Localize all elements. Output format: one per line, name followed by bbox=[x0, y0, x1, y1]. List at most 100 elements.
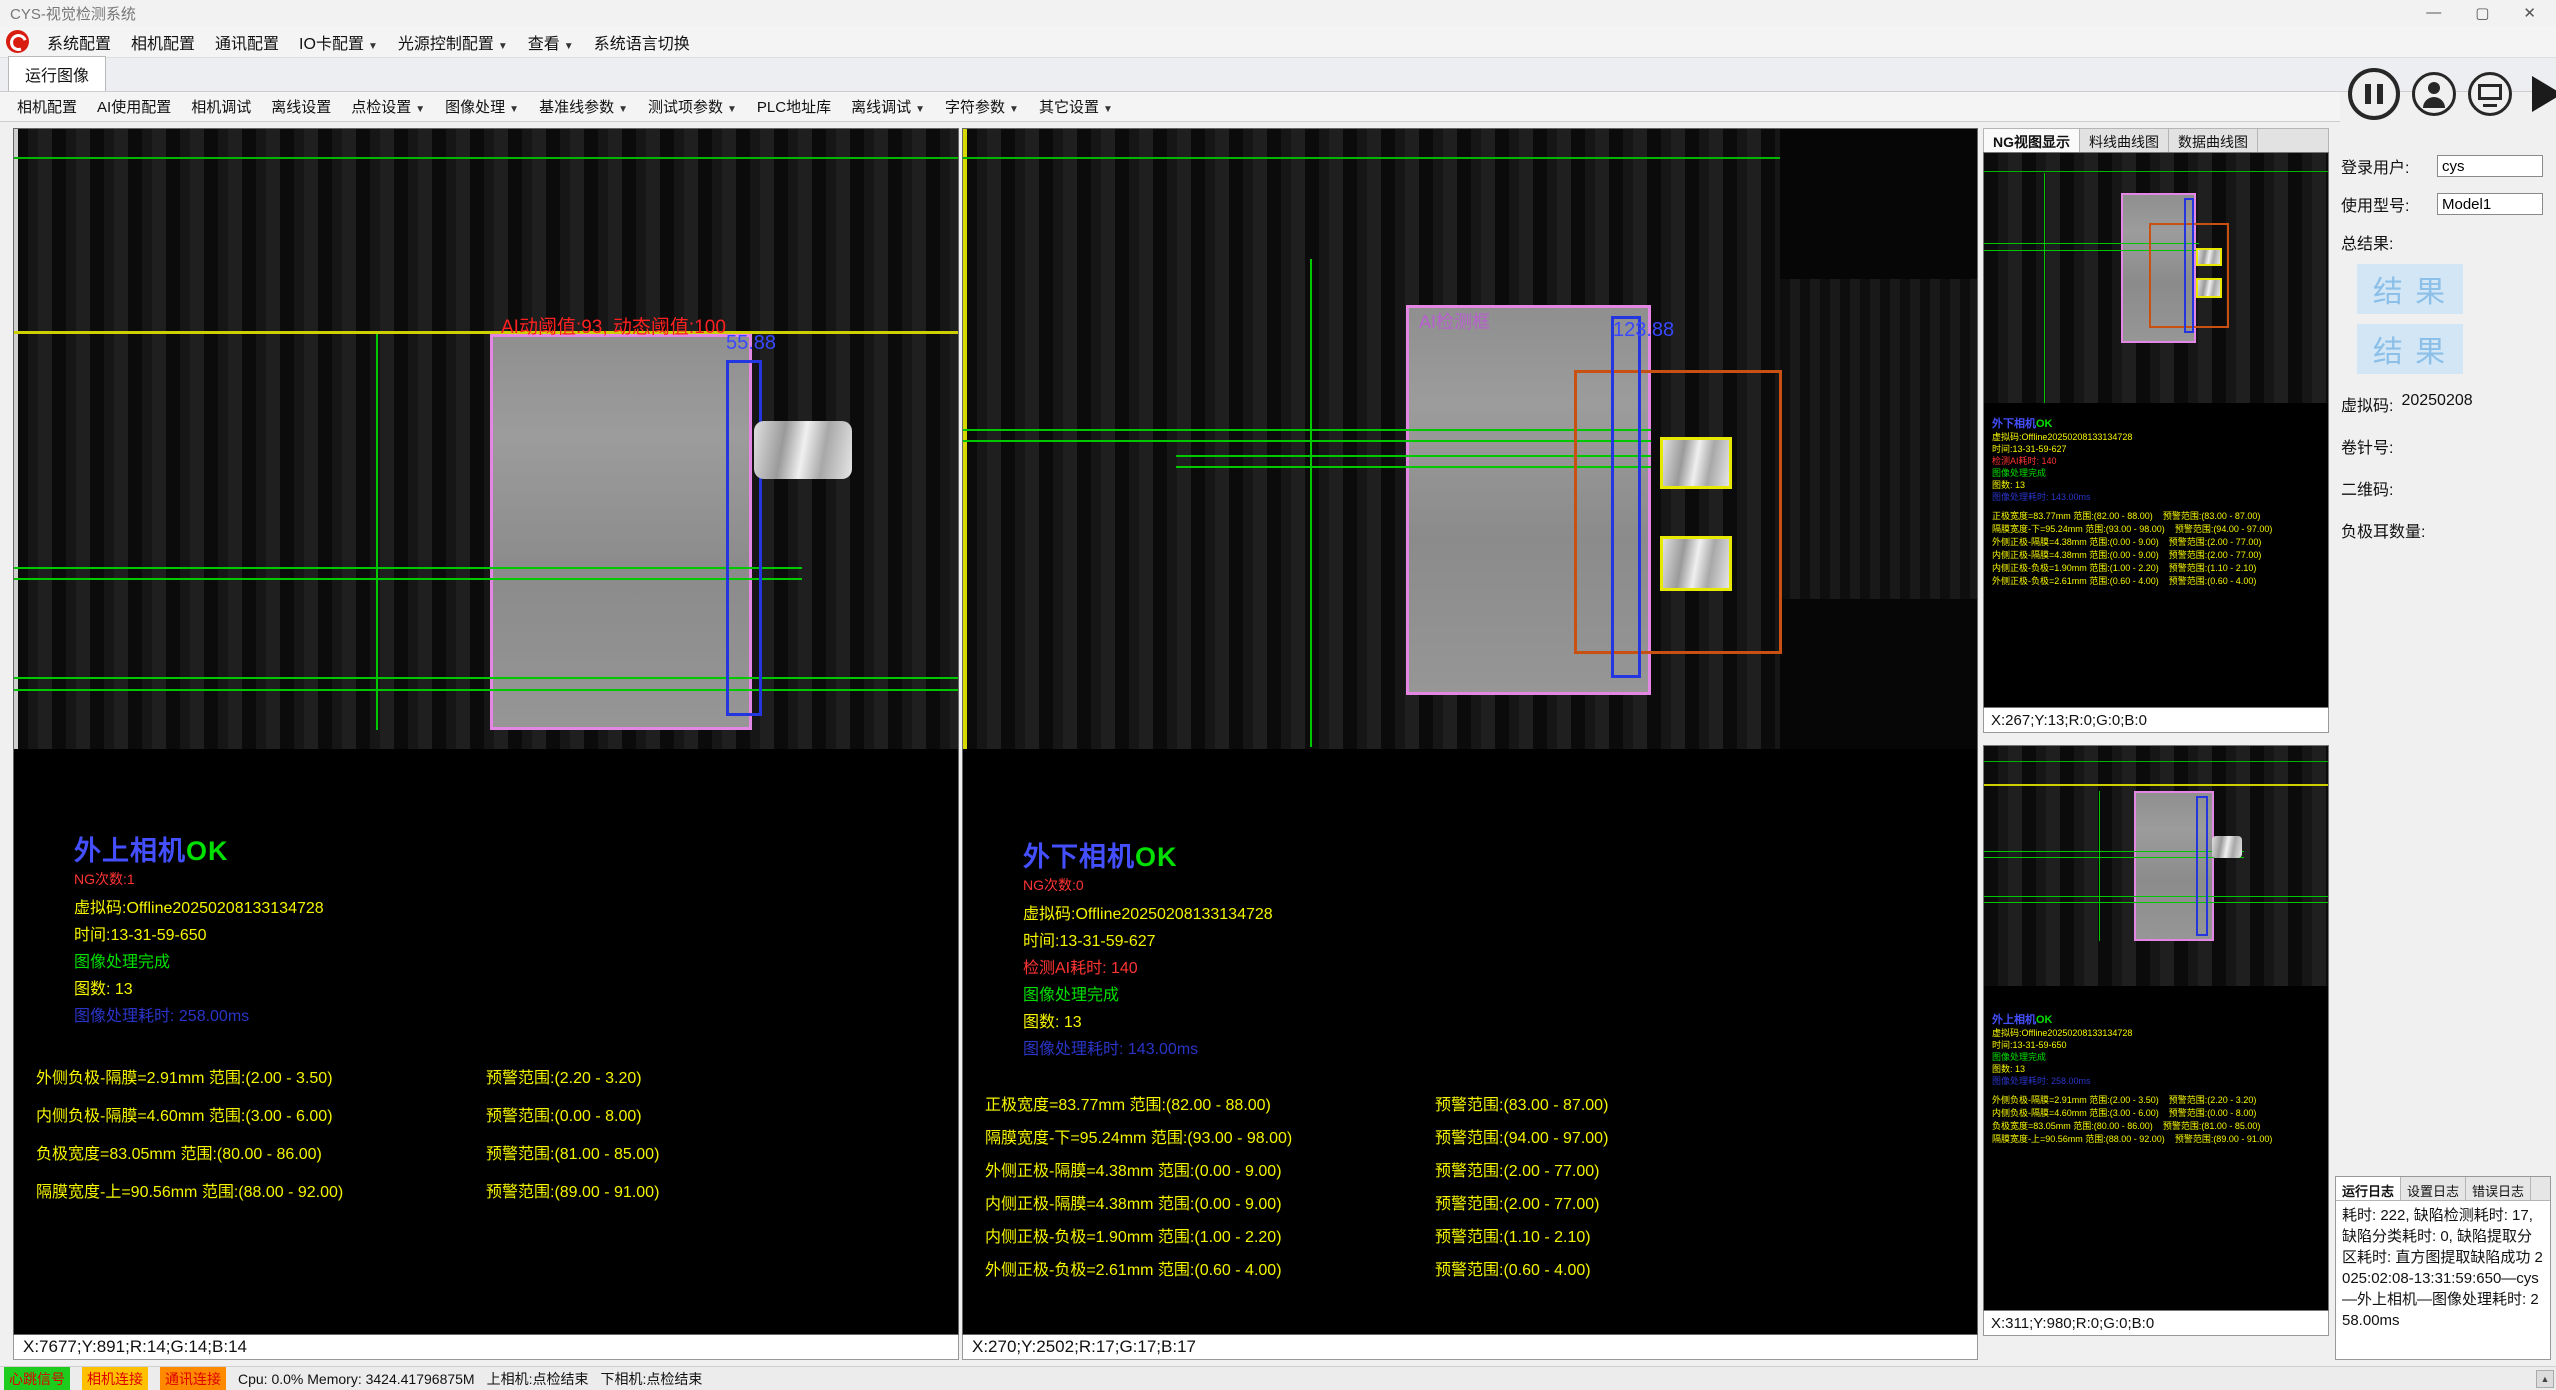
window-title: CYS-视觉检测系统 bbox=[10, 3, 136, 24]
upper-camera-view[interactable]: AI动阈值:93, 动态阈值:100 55.88 外上相机OK NG次数:1 虚… bbox=[13, 128, 959, 1335]
measurement-list: 正极宽度=83.77mm 范围:(82.00 - 88.00)预警范围:(83.… bbox=[985, 1091, 1292, 1289]
measurement-warning-range: 预警范围:(94.00 - 97.00) bbox=[2175, 524, 2273, 534]
measure-value-label: 55.88 bbox=[726, 332, 776, 355]
lower-camera-panel: AI检测框 123.88 外下相机OK NG次数:0 虚拟码:Offline20… bbox=[962, 128, 1978, 1360]
ng-view-column: NG视图显示 料线曲线图 数据曲线图 外下相机OK 虚拟码:Offline202… bbox=[1983, 128, 2329, 1336]
toolbar-item[interactable]: 图像处理▼ bbox=[436, 93, 528, 120]
info-column: 登录用户: 使用型号: 总结果: 结 果 结 果 虚拟码: 20250208 卷… bbox=[2335, 128, 2551, 1360]
log-tab[interactable]: 错误日志 bbox=[2466, 1177, 2531, 1200]
measurement-row: 内侧正极-隔膜=4.38mm 范围:(0.00 - 9.00)预警范围:(2.0… bbox=[1992, 548, 2324, 561]
measurement-value: 内侧正极-隔膜=4.38mm 范围:(0.00 - 9.00) bbox=[985, 1196, 1282, 1213]
menu-item[interactable]: 光源控制配置▼ bbox=[388, 26, 518, 58]
green-vertical-line bbox=[1310, 259, 1312, 747]
chevron-down-icon: ▼ bbox=[415, 104, 425, 115]
mini-text-1: 外下相机OK 虚拟码:Offline20250208133134728 时间:1… bbox=[1992, 415, 2324, 587]
pause-button[interactable] bbox=[2348, 68, 2400, 120]
ai-box-label: AI检测框 bbox=[1419, 308, 1490, 334]
menu-item[interactable]: 相机配置 bbox=[121, 26, 205, 58]
green-line bbox=[963, 429, 1651, 431]
camera-status-line: 时间:13-31-59-627 bbox=[1992, 443, 2324, 455]
mini-yellow-line bbox=[1984, 784, 2328, 786]
measurement-warning-range: 预警范围:(2.00 - 77.00) bbox=[2169, 550, 2262, 560]
camera-status-line: 时间:13-31-59-650 bbox=[1992, 1039, 2324, 1051]
close-button[interactable]: ✕ bbox=[2523, 4, 2536, 22]
measurement-warning-range: 预警范围:(0.60 - 4.00) bbox=[2169, 576, 2257, 586]
measurement-value: 隔膜宽度-下=95.24mm 范围:(93.00 - 98.00) bbox=[985, 1130, 1292, 1147]
ng-view-tab[interactable]: 数据曲线图 bbox=[2169, 129, 2258, 152]
chevron-down-icon: ▼ bbox=[498, 41, 508, 52]
user-button[interactable] bbox=[2412, 72, 2456, 116]
screen-button[interactable] bbox=[2468, 72, 2512, 116]
green-line bbox=[14, 689, 959, 691]
camera-status-line: 时间:13-31-59-650 bbox=[74, 922, 343, 949]
camera-status-line: 图像处理耗时: 143.00ms bbox=[1992, 491, 2324, 503]
camera-status-line: 图数: 13 bbox=[74, 976, 343, 1003]
lower-camera-coords-bar: X:270;Y:2502;R:17;G:17;B:17 bbox=[962, 1335, 1978, 1360]
minimize-button[interactable]: — bbox=[2426, 4, 2441, 22]
chevron-down-icon: ▼ bbox=[564, 41, 574, 52]
measurement-value: 外侧正极-隔膜=4.38mm 范围:(0.00 - 9.00) bbox=[1992, 537, 2159, 547]
measurement-warning-range: 预警范围:(1.10 - 2.10) bbox=[2169, 563, 2257, 573]
toolbar-item[interactable]: 基准线参数▼ bbox=[530, 93, 637, 120]
roll-label: 卷针号: bbox=[2341, 434, 2393, 458]
measurement-warning-range: 预警范围:(2.00 - 77.00) bbox=[2169, 537, 2262, 547]
ng-thumbnail-2[interactable]: 外上相机OK 虚拟码:Offline20250208133134728 时间:1… bbox=[1983, 745, 2329, 1311]
lower-camera-status: 下相机:点检结束 bbox=[600, 1369, 702, 1389]
roi-orange-box bbox=[1574, 370, 1782, 654]
green-line bbox=[14, 567, 802, 569]
measurement-warning-range: 预警范围:(1.10 - 2.10) bbox=[1435, 1223, 1591, 1247]
result-box: 结 果 bbox=[2357, 264, 2463, 314]
roi-yellow-box bbox=[1660, 536, 1732, 591]
camera-status-line: 检测AI耗时: 140 bbox=[1023, 955, 1292, 982]
maximize-button[interactable]: ▢ bbox=[2475, 4, 2489, 22]
lower-camera-view[interactable]: AI检测框 123.88 外下相机OK NG次数:0 虚拟码:Offline20… bbox=[962, 128, 1978, 1335]
menu-item[interactable]: 系统配置 bbox=[37, 26, 121, 58]
toolbar-item[interactable]: AI使用配置 bbox=[88, 93, 180, 120]
mini-green-line bbox=[1984, 896, 2328, 897]
mini-yellow-box bbox=[2196, 248, 2222, 266]
mini-measurements: 外侧负极-隔膜=2.91mm 范围:(2.00 - 3.50)预警范围:(2.2… bbox=[1992, 1093, 2324, 1145]
log-tab[interactable]: 设置日志 bbox=[2401, 1177, 2466, 1200]
mini-info-lines: 虚拟码:Offline20250208133134728 时间:13-31-59… bbox=[1992, 431, 2324, 503]
tab-metal-blob bbox=[754, 421, 852, 479]
measurement-warning-range: 预警范围:(0.60 - 4.00) bbox=[1435, 1256, 1591, 1280]
menu-item[interactable]: 查看▼ bbox=[518, 26, 584, 58]
mini-yellow-box bbox=[2196, 278, 2222, 298]
measurement-warning-range: 预警范围:(0.00 - 8.00) bbox=[486, 1102, 642, 1126]
heartbeat-badge: 心跳信号 bbox=[4, 1367, 70, 1390]
menu-item[interactable]: 系统语言切换 bbox=[584, 26, 700, 58]
toolbar-item[interactable]: 点检设置▼ bbox=[342, 93, 434, 120]
status-bar: 心跳信号 相机连接 通讯连接 Cpu: 0.0% Memory: 3424.41… bbox=[0, 1366, 2556, 1390]
log-tab[interactable]: 运行日志 bbox=[2336, 1177, 2401, 1200]
cpu-memory-text: Cpu: 0.0% Memory: 3424.41796875M bbox=[238, 1371, 475, 1387]
mini-camera-title: 外下相机OK bbox=[1992, 415, 2324, 431]
menu-item[interactable]: IO卡配置▼ bbox=[289, 26, 388, 58]
login-user-input[interactable] bbox=[2437, 155, 2543, 177]
thumbnail-1-coords-bar: X:267;Y:13;R:0;G:0;B:0 bbox=[1983, 708, 2329, 733]
login-user-field: 登录用户: bbox=[2341, 154, 2551, 178]
result-boxes: 结 果 结 果 bbox=[2335, 264, 2551, 374]
ng-view-tab[interactable]: NG视图显示 bbox=[1984, 129, 2080, 152]
model-input[interactable] bbox=[2437, 193, 2543, 215]
toolbar-item[interactable]: 离线调试▼ bbox=[842, 93, 934, 120]
toolbar-item[interactable]: 其它设置▼ bbox=[1030, 93, 1122, 120]
toolbar-item[interactable]: 相机调试 bbox=[182, 93, 260, 120]
toolbar-item[interactable]: 测试项参数▼ bbox=[639, 93, 746, 120]
baseline-green-line bbox=[14, 157, 959, 159]
camera-status-line: 图像处理完成 bbox=[1023, 982, 1292, 1009]
comm-connection-badge: 通讯连接 bbox=[160, 1367, 226, 1390]
scroll-up-icon[interactable]: ▲ bbox=[2536, 1370, 2554, 1388]
edge-highlight bbox=[14, 129, 18, 749]
measurement-value: 外侧正极-隔膜=4.38mm 范围:(0.00 - 9.00) bbox=[985, 1163, 1282, 1180]
toolbar-item[interactable]: PLC地址库 bbox=[748, 93, 840, 120]
ng-view-tab[interactable]: 料线曲线图 bbox=[2080, 129, 2169, 152]
run-arrow-icon[interactable] bbox=[2532, 76, 2556, 112]
ng-thumbnail-1[interactable]: 外下相机OK 虚拟码:Offline20250208133134728 时间:1… bbox=[1983, 152, 2329, 708]
toolbar-item[interactable]: 离线设置 bbox=[262, 93, 340, 120]
measurement-value: 外侧正极-负极=2.61mm 范围:(0.60 - 4.00) bbox=[1992, 576, 2159, 586]
toolbar-item[interactable]: 相机配置 bbox=[8, 93, 86, 120]
toolbar-item[interactable]: 字符参数▼ bbox=[936, 93, 1028, 120]
menu-item[interactable]: 通讯配置 bbox=[205, 26, 289, 58]
tab-run-image[interactable]: 运行图像 bbox=[8, 56, 106, 91]
measure-value-label: 123.88 bbox=[1613, 319, 1674, 342]
